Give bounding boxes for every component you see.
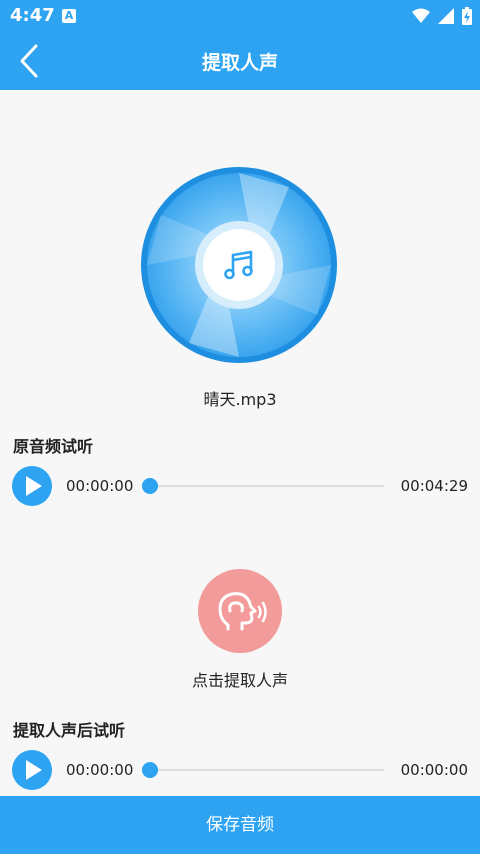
extracted-play-button[interactable] bbox=[12, 750, 52, 790]
voice-head-icon bbox=[218, 592, 267, 631]
original-play-button[interactable] bbox=[12, 466, 52, 506]
save-audio-button[interactable]: 保存音频 bbox=[0, 796, 480, 854]
status-time: 4:47 bbox=[10, 5, 55, 26]
extract-voice-button[interactable] bbox=[198, 569, 282, 653]
page-title: 提取人声 bbox=[201, 52, 278, 74]
original-total-time: 00:04:29 bbox=[400, 477, 468, 495]
extracted-total-time: 00:00:00 bbox=[400, 761, 468, 779]
extracted-current-time: 00:00:00 bbox=[66, 761, 134, 779]
battery-icon bbox=[462, 7, 472, 25]
play-icon bbox=[26, 760, 42, 780]
audio-file-name: 晴天.mp3 bbox=[203, 390, 277, 409]
vinyl-disc-graphic bbox=[139, 165, 339, 365]
wifi-icon bbox=[412, 8, 430, 23]
status-bar: 4:47 A bbox=[0, 0, 480, 32]
seek-track bbox=[150, 485, 384, 487]
original-audio-player: 00:00:00 00:04:29 bbox=[12, 466, 468, 506]
app-bar: 提取人声 bbox=[0, 32, 480, 90]
music-note-icon bbox=[224, 250, 253, 280]
system-icons bbox=[412, 7, 472, 25]
seek-track bbox=[150, 769, 384, 771]
extracted-audio-title: 提取人声后试听 bbox=[13, 721, 126, 740]
original-current-time: 00:00:00 bbox=[66, 477, 134, 495]
signal-icon bbox=[438, 8, 454, 24]
extracted-seek-bar[interactable] bbox=[142, 761, 384, 779]
play-icon bbox=[26, 476, 42, 496]
seek-thumb[interactable] bbox=[142, 478, 158, 494]
seek-thumb[interactable] bbox=[142, 762, 158, 778]
original-audio-title: 原音频试听 bbox=[13, 437, 94, 456]
app-notification-icon: A bbox=[62, 9, 76, 23]
original-seek-bar[interactable] bbox=[142, 477, 384, 495]
extracted-audio-player: 00:00:00 00:00:00 bbox=[12, 750, 468, 790]
extract-voice-label: 点击提取人声 bbox=[191, 671, 288, 690]
